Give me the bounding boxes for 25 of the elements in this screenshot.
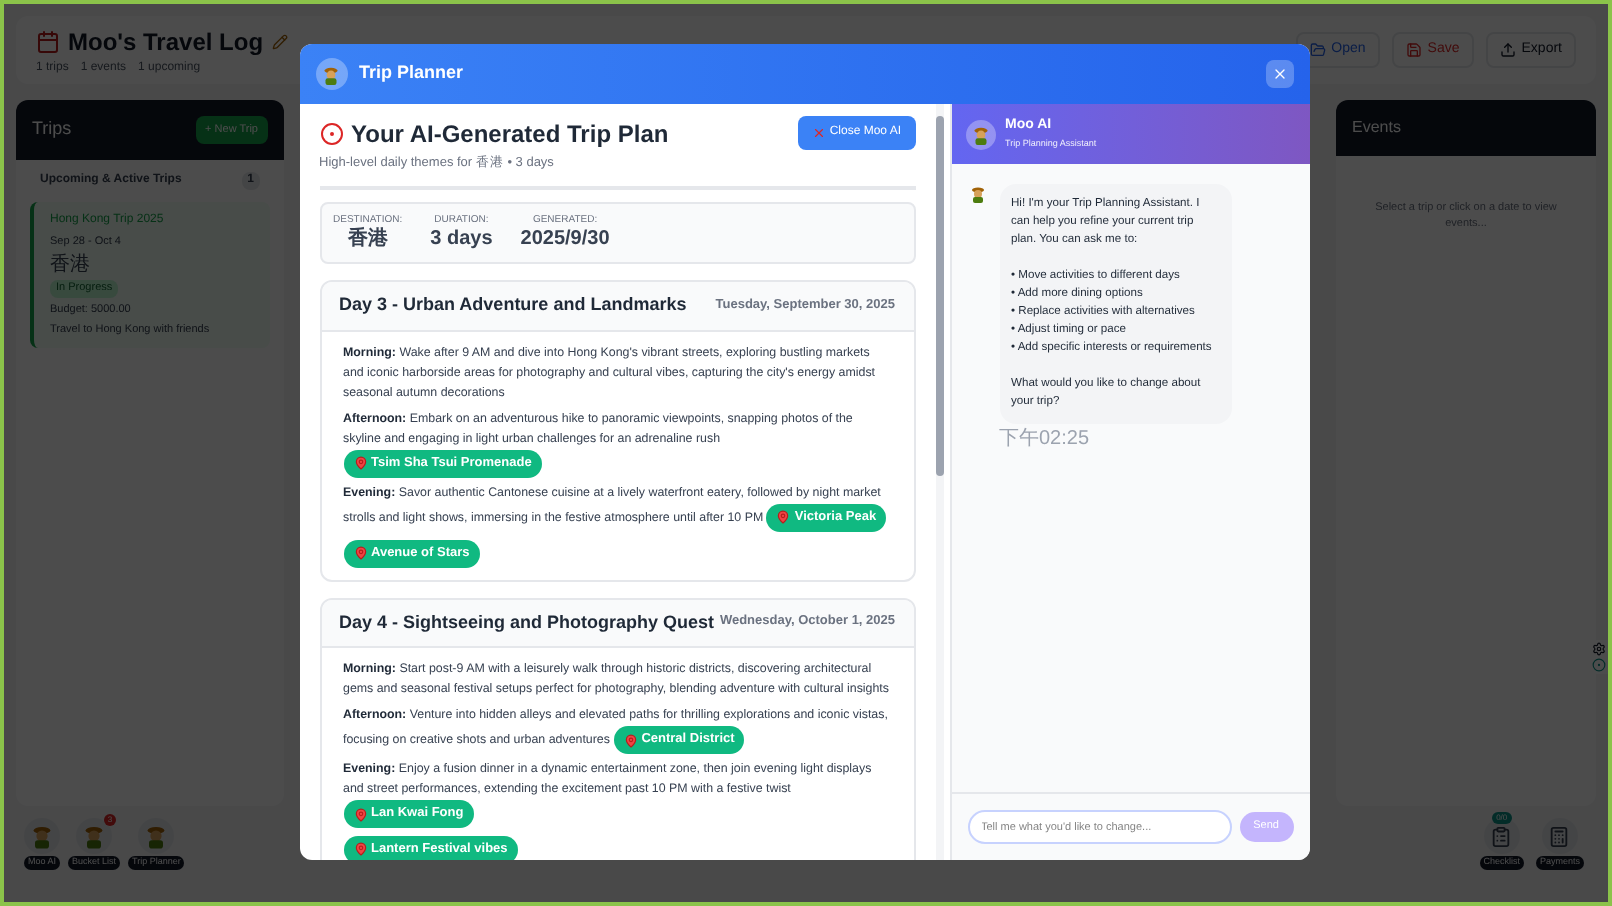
close-button[interactable]: [1265, 60, 1293, 88]
dialog-title: Trip Planner: [359, 60, 464, 87]
panel-title: Events: [1352, 116, 1401, 140]
pin-icon: [623, 733, 638, 747]
plan-title: Your AI-Generated Trip Plan: [351, 118, 669, 152]
trip-location: 香港: [50, 254, 92, 277]
pin-icon: [353, 456, 367, 471]
mascot-icon: [320, 63, 342, 85]
pin-icon: [353, 546, 367, 561]
target-icon: [319, 122, 343, 146]
mascot-icon: [969, 123, 991, 145]
summary-value: 2025/9/30: [520, 228, 610, 253]
summary-value: 3 days: [430, 228, 493, 253]
day-title: Day 3 - Urban Adventure and Landmarks: [339, 292, 687, 319]
pin-icon: [776, 510, 791, 525]
message-time: 下午02:25: [999, 428, 1092, 450]
close-icon: [1271, 66, 1287, 82]
panel-title: Trips: [32, 116, 72, 143]
app-title: Moo's Travel Log: [68, 25, 264, 59]
pin-icon: [353, 807, 367, 821]
close-icon: [811, 126, 826, 140]
day-title: Day 4 - Sightseeing and Photography Quest: [339, 609, 715, 636]
avatar-icon: [967, 184, 987, 204]
pin-icon: [353, 842, 367, 857]
summary-value: 香港: [347, 228, 388, 253]
